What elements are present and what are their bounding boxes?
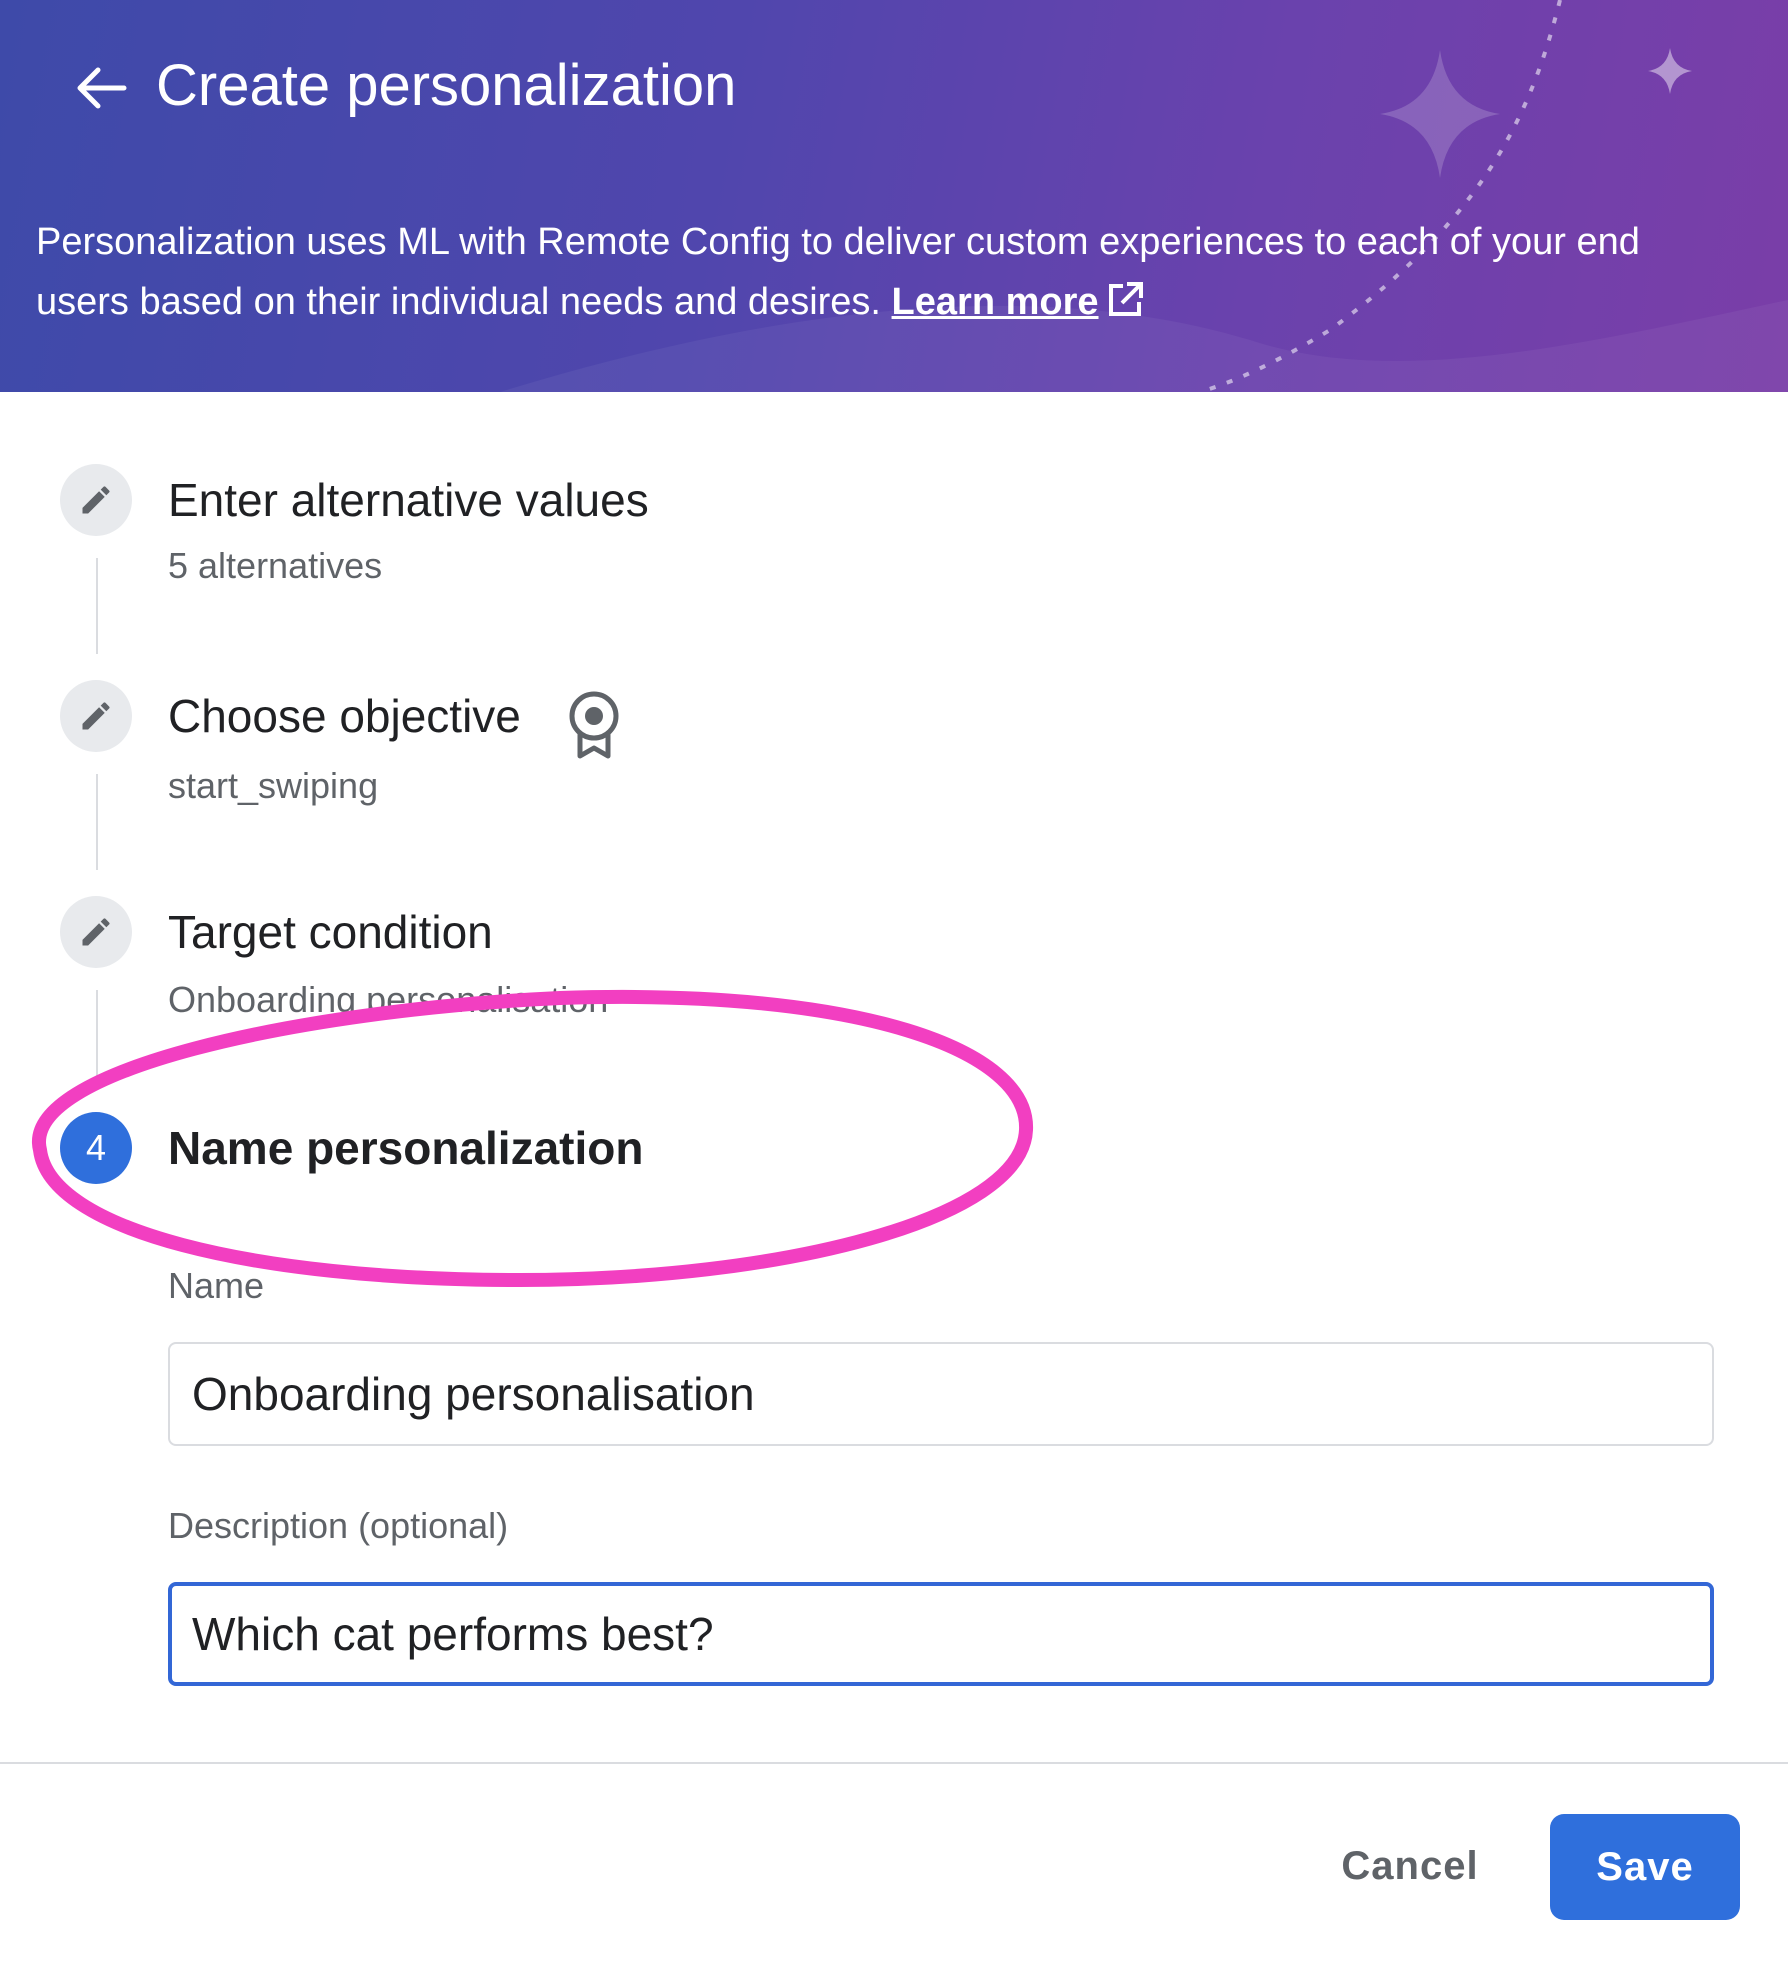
step-3-title: Target condition bbox=[168, 906, 493, 958]
name-input[interactable] bbox=[168, 1342, 1714, 1446]
step-connector bbox=[96, 558, 98, 654]
step-1-title: Enter alternative values bbox=[168, 474, 649, 526]
step-connector bbox=[96, 774, 98, 870]
back-button[interactable] bbox=[60, 52, 140, 124]
pencil-icon bbox=[82, 702, 110, 730]
award-icon bbox=[569, 691, 619, 759]
description-input[interactable] bbox=[168, 1582, 1714, 1686]
name-field-label: Name bbox=[168, 1265, 265, 1306]
pencil-icon bbox=[82, 486, 110, 514]
header-description-text: Personalization uses ML with Remote Conf… bbox=[36, 221, 1640, 323]
footer-divider bbox=[0, 1762, 1788, 1764]
step-3-edit-button[interactable] bbox=[60, 896, 132, 968]
save-button[interactable]: Save bbox=[1550, 1814, 1740, 1920]
page-title: Create personalization bbox=[156, 53, 737, 118]
step-2-edit-button[interactable] bbox=[60, 680, 132, 752]
step-4-title: Name personalization bbox=[168, 1122, 644, 1174]
step-2-title: Choose objective bbox=[168, 690, 521, 742]
external-link-icon bbox=[1108, 282, 1143, 316]
page-header: Create personalization Personalization u… bbox=[0, 0, 1788, 392]
step-1-subtitle: 5 alternatives bbox=[168, 545, 383, 586]
step-1-edit-button[interactable] bbox=[60, 464, 132, 536]
header-description: Personalization uses ML with Remote Conf… bbox=[36, 212, 1676, 332]
arrow-back-icon bbox=[77, 67, 127, 109]
step-2-subtitle: start_swiping bbox=[168, 765, 379, 806]
learn-more-link[interactable]: Learn more bbox=[892, 281, 1099, 323]
step-connector bbox=[96, 990, 98, 1086]
cancel-button[interactable]: Cancel bbox=[1320, 1822, 1500, 1910]
pencil-icon bbox=[82, 918, 110, 946]
step-3-subtitle: Onboarding personalisation bbox=[168, 979, 609, 1020]
step-4-number-badge: 4 bbox=[60, 1112, 132, 1184]
description-field-label: Description (optional) bbox=[168, 1505, 509, 1546]
